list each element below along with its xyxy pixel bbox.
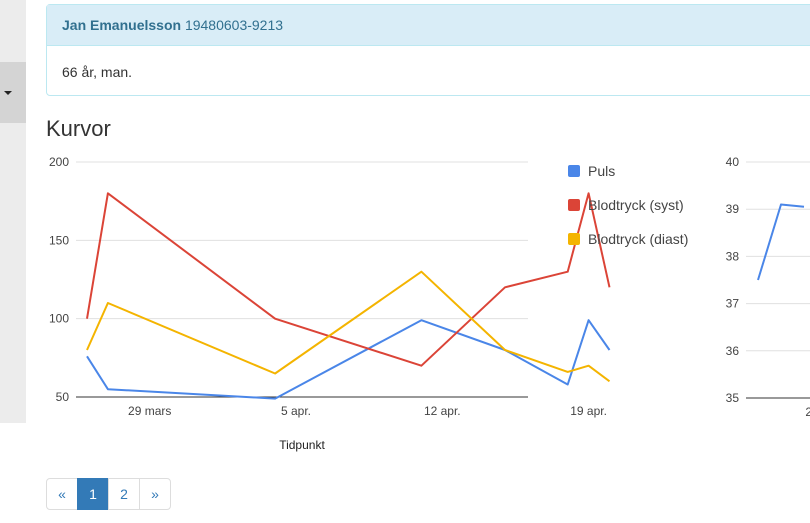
series-line-2 [86, 192, 611, 367]
legend-swatch [568, 165, 580, 177]
y-tick-label: 35 [726, 391, 740, 405]
y-tick-label: 100 [49, 312, 69, 326]
x-tick-label: 12 apr. [424, 404, 461, 418]
pagination-page-2[interactable]: 2 [108, 478, 140, 510]
y-tick-label: 50 [56, 390, 70, 404]
pagination-page-1[interactable]: 1 [77, 478, 109, 510]
x-tick-label: 19 apr. [570, 404, 607, 418]
y-tick-label: 200 [49, 155, 69, 169]
series-line-1 [757, 203, 805, 281]
pagination-next[interactable]: » [139, 478, 171, 510]
pagination-prev[interactable]: « [46, 478, 78, 510]
pagination: « 1 2 » [46, 478, 171, 510]
x-tick-label: 5 apr. [281, 404, 311, 418]
y-tick-label: 39 [726, 202, 740, 216]
legend-swatch [568, 199, 580, 211]
x-axis-title: Tidpunkt [279, 438, 325, 452]
legend-label: Puls [588, 163, 615, 179]
y-tick-label: 36 [726, 344, 740, 358]
y-tick-label: 150 [49, 233, 69, 247]
x-tick-label: 29 mars [128, 404, 171, 418]
x-tick-label: 29 mars [805, 405, 810, 419]
legend-swatch [568, 233, 580, 245]
y-tick-label: 37 [726, 297, 740, 311]
y-tick-label: 40 [726, 155, 740, 169]
legend-label: Blodtryck (syst) [588, 197, 684, 213]
y-tick-label: 38 [726, 249, 740, 263]
charts-area: 200 150 100 50 29 mars 5 apr. 12 apr. 19 apr. Ti… [49, 155, 810, 452]
legend-label: Blodtryck (diast) [588, 231, 688, 247]
